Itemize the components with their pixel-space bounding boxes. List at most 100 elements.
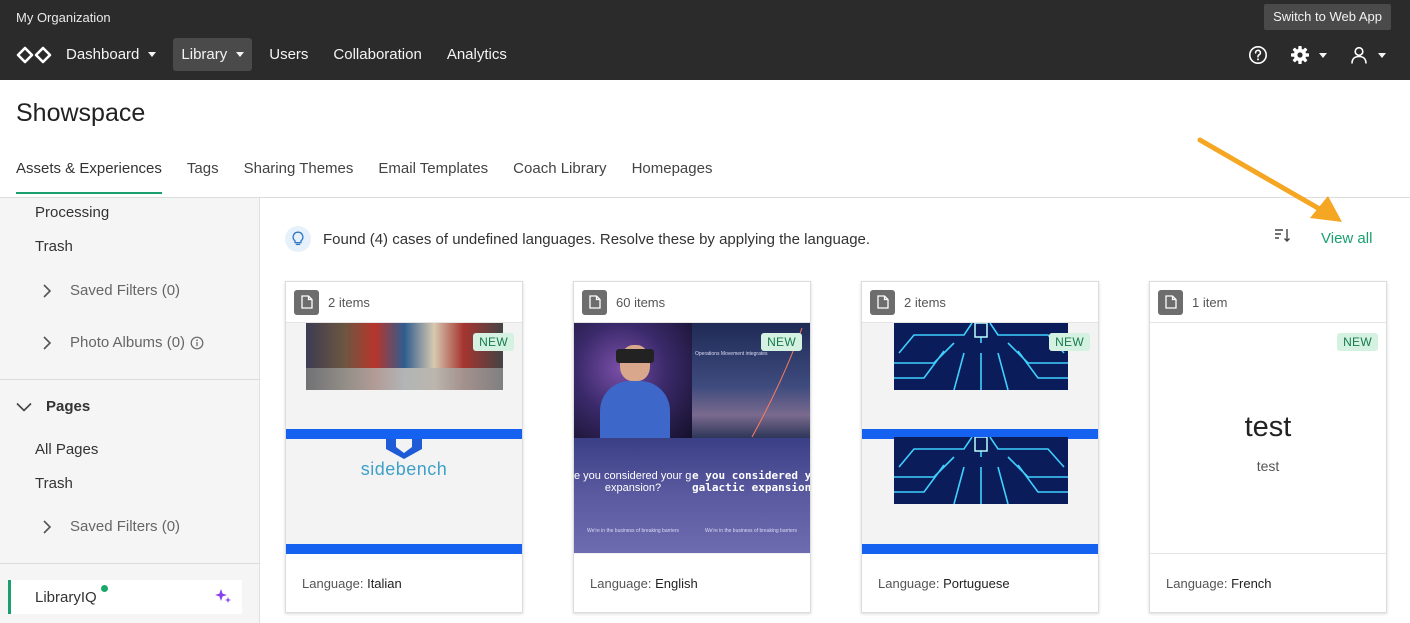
thumb-title: test [1244,411,1292,443]
tab-coach-library[interactable]: Coach Library [513,160,606,193]
asset-card-french[interactable]: 1 item test test NEW Language: French [1149,281,1387,613]
language-label: Language: [878,576,940,591]
document-icon [582,289,607,315]
sidebar-item-saved-filters[interactable]: Saved Filters (0) [42,282,180,299]
blue-stripe [286,429,522,439]
user-icon [1351,46,1367,64]
asset-card-english[interactable]: 60 items Operations Movement integrates … [573,281,811,613]
nav-dashboard[interactable]: Dashboard [58,38,164,71]
sidebar-item-label: Photo Albums (0) [70,334,186,351]
sidebar: Processing Trash Saved Filters (0) Photo… [0,198,260,623]
sidebar-item-pages-trash[interactable]: Trash [35,475,73,492]
blue-stripe [286,544,522,554]
main-nav: Dashboard Library Users Collaboration An… [58,38,524,71]
tab-email-templates[interactable]: Email Templates [378,160,488,193]
gear-icon [1291,46,1309,64]
new-badge: NEW [1337,333,1378,351]
chevron-down-icon [236,52,245,57]
sidebench-logo-text: sidebench [360,459,448,479]
nav-collaboration[interactable]: Collaboration [325,38,429,71]
kid-body [600,381,670,438]
sidebar-item-label: Saved Filters (0) [70,518,181,535]
sidebar-item-library-iq[interactable]: LibraryIQ [8,580,242,614]
item-count: 1 item [1192,294,1228,310]
sidebar-item-pages-saved-filters[interactable]: Saved Filters (0) [42,518,180,535]
top-icons [1226,42,1386,68]
slide-foot-text: We're in the business of breaking barrie… [586,528,680,534]
sidebar-item-label: LibraryIQ [35,589,97,606]
help-icon [1249,46,1267,64]
thumb-subtitle: test [1256,458,1280,474]
card-thumbnail: Operations Movement integrates e you con… [574,323,810,554]
item-count: 2 items [328,294,370,310]
nav-users-label: Users [269,46,309,63]
help-button[interactable] [1248,45,1268,65]
notification-dot [101,585,108,592]
notice-text: Found (4) cases of undefined languages. … [323,230,871,248]
logo-icon[interactable] [16,44,52,66]
tab-sharing-themes[interactable]: Sharing Themes [244,160,354,193]
settings-button[interactable] [1290,45,1327,65]
slide-question-line2: expansion? [604,482,662,494]
card-language: Language: Portuguese [878,576,1010,591]
slide-question-line1: e you considered your gr [574,470,692,482]
sidebar-divider [0,379,260,380]
card-header: 2 items [286,282,522,323]
asset-card-portuguese[interactable]: 2 items NEW Language: Portuguese [861,281,1099,613]
new-badge: NEW [1049,333,1090,351]
sidebar-item-photo-albums[interactable]: Photo Albums (0) [42,334,204,351]
asset-card-italian[interactable]: 2 items sidebench NEW Language: Italian [285,281,523,613]
chevron-down-icon [1319,52,1327,58]
sidebar-item-all-pages[interactable]: All Pages [35,441,98,458]
language-value: Portuguese [943,576,1010,591]
chevron-right-icon [42,519,60,534]
language-label: Language: [1166,576,1228,591]
chevron-down-icon [16,402,32,412]
nav-library[interactable]: Library [173,38,253,71]
slide-galactic-expansion: e you considered y galactic expansion We… [692,438,810,553]
card-language: Language: French [1166,576,1272,591]
chevron-down-icon [148,52,157,57]
document-icon [294,289,319,315]
sidebar-section-label: Pages [46,398,91,415]
sidebar-item-trash[interactable]: Trash [35,238,73,255]
blue-stripe [862,544,1098,554]
chevron-right-icon [42,335,60,350]
nav-analytics-label: Analytics [446,46,507,63]
slide-expansion-question: e you considered your gr expansion? We'r… [574,438,692,553]
tab-assets-experiences[interactable]: Assets & Experiences [16,160,162,194]
sidebar-item-processing[interactable]: Processing [35,204,109,221]
document-icon [1158,289,1183,315]
new-badge: NEW [761,333,802,351]
card-header: 2 items [862,282,1098,323]
new-badge: NEW [473,333,514,351]
card-language: Language: Italian [302,576,402,591]
tab-bar: Assets & Experiences Tags Sharing Themes… [16,160,737,194]
slide-mono-line2: galactic expansion [692,481,810,494]
sidebar-section-pages[interactable]: Pages [16,398,90,415]
switch-to-web-app-button[interactable]: Switch to Web App [1264,4,1391,30]
circuit-image [894,323,1068,390]
user-menu-button[interactable] [1349,45,1386,65]
card-language: Language: English [590,576,698,591]
tab-tags[interactable]: Tags [187,160,219,193]
card-thumbnail: sidebench NEW [286,323,522,554]
item-count: 60 items [616,294,666,310]
view-all-link[interactable]: View all [1321,230,1372,247]
vr-headset [616,349,654,363]
tab-homepages[interactable]: Homepages [632,160,713,193]
nav-library-label: Library [181,46,228,63]
nav-analytics[interactable]: Analytics [439,38,515,71]
language-value: French [1231,576,1272,591]
document-icon [870,289,895,315]
lightbulb-icon [285,226,311,252]
info-icon[interactable] [190,336,204,350]
chevron-down-icon [1378,52,1386,58]
nav-users[interactable]: Users [261,38,316,71]
undefined-language-notice: Found (4) cases of undefined languages. … [285,226,870,252]
page-title: Showspace [16,99,146,127]
language-value: Italian [367,576,402,591]
sidebar-item-label: Saved Filters (0) [70,282,181,299]
vr-kid-photo [574,323,692,438]
card-thumbnail: test test NEW [1150,323,1386,554]
